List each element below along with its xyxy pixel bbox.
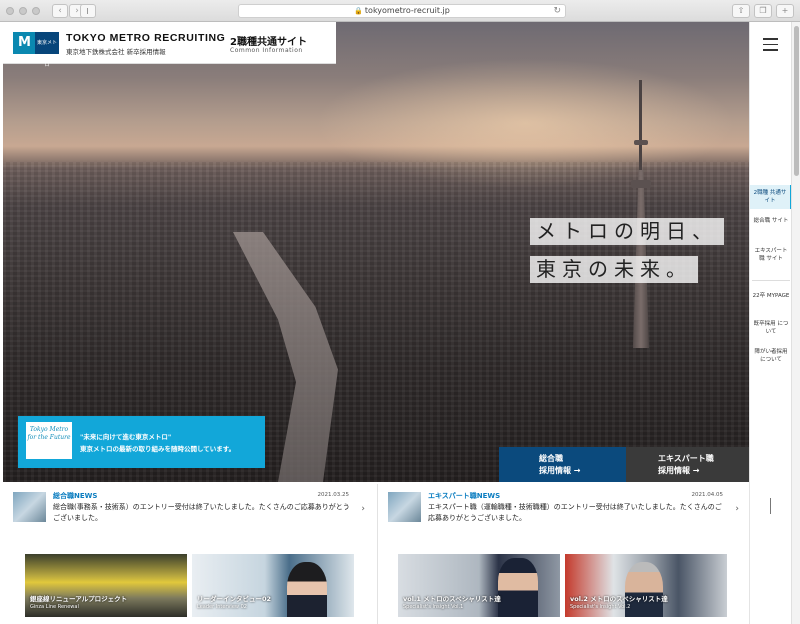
tokyo-metro-logo[interactable]: 東京メトロ	[13, 32, 59, 68]
browser-window: ‹ › 🔒tokyometro-recruit.jp ↻ ⇧ ❐ + 東京メトロ	[0, 0, 800, 624]
future-banner[interactable]: Tokyo Metro for the Future "未来に向けて進む東京メト…	[18, 416, 265, 468]
reload-icon[interactable]: ↻	[553, 5, 561, 17]
specialist-photo	[625, 562, 663, 617]
expert-news-section: エキスパート職NEWS 2021.04.05 エキスパート職（運輸職種・技術職種…	[377, 484, 749, 624]
window-controls	[6, 7, 40, 15]
expert-button-line2: 採用情報 →	[658, 466, 700, 475]
catch-line-2: 東京の未来。	[530, 256, 698, 283]
chevron-right-icon[interactable]: ›	[735, 504, 739, 514]
sogo-news-date: 2021.03.25	[317, 492, 350, 498]
sogo-news-thumbnail	[13, 492, 46, 522]
sogo-recruit-button[interactable]: 総合職 採用情報 →	[499, 447, 626, 482]
card-ginza-renewal[interactable]: 銀座線リニューアルプロジェクト Ginza Line Renewal	[25, 554, 187, 617]
close-window-button[interactable]	[6, 7, 14, 15]
catch-copy: メトロの明日、 東京の未来。	[530, 218, 724, 294]
card-subtitle: Specialist's Insight Vol.1	[403, 604, 464, 610]
metro-m-icon	[13, 32, 35, 54]
card-title: 銀座線リニューアルプロジェクト	[30, 595, 128, 603]
future-badge: Tokyo Metro for the Future	[26, 422, 72, 459]
card-title: リーダーインタビュー02	[197, 595, 272, 603]
card-subtitle: Specialist's Insight Vol.2	[570, 604, 631, 610]
browser-toolbar: ‹ › 🔒 tokyometro-recruit.jp ↻ ⇧ ❐ +	[0, 0, 800, 22]
minimize-window-button[interactable]	[19, 7, 27, 15]
card-specialist-vol2[interactable]: vol.2 メトロのスペシャリスト達 Specialist's Insight …	[565, 554, 727, 617]
expert-news-category: エキスパート職NEWS	[428, 492, 501, 500]
specialist-photo	[498, 558, 538, 617]
share-icon[interactable]: ⇧	[732, 4, 750, 18]
back-button[interactable]: ‹	[52, 4, 68, 18]
tabs-icon[interactable]: ❐	[754, 4, 772, 18]
future-banner-title: "未来に向けて進む東京メトロ"	[80, 433, 172, 441]
logo-mark-text: 東京メトロ	[35, 32, 59, 68]
sogo-news-section: 総合職NEWS 2021.03.25 総合職(事務系・技術系）のエントリー受付は…	[3, 484, 375, 624]
sidebar-toggle-icon[interactable]	[80, 4, 96, 18]
catch-line-1: メトロの明日、	[530, 218, 724, 245]
expert-news-date: 2021.04.05	[691, 492, 724, 498]
web-page: 東京メトロ TOKYO METRO RECRUITING 東京地下鉄株式会社 新…	[0, 22, 800, 624]
card-title: vol.2 メトロのスペシャリスト達	[570, 595, 668, 603]
card-subtitle: Leader Interview 02	[197, 604, 247, 610]
rail-item-mypage[interactable]: 22卒 MYPAGE	[750, 292, 792, 310]
card-title: vol.1 メトロのスペシャリスト達	[403, 595, 501, 603]
lock-icon: 🔒	[354, 7, 363, 15]
card-specialist-vol1[interactable]: vol.1 メトロのスペシャリスト達 Specialist's Insight …	[398, 554, 560, 617]
site-header-logo[interactable]: 東京メトロ TOKYO METRO RECRUITING 東京地下鉄株式会社 新…	[3, 22, 336, 68]
card-leader-interview[interactable]: リーダーインタビュー02 Leader Interview 02	[192, 554, 354, 617]
interviewee-photo	[287, 562, 327, 617]
sogo-button-line2: 採用情報 →	[539, 466, 581, 475]
sogo-button-line1: 総合職	[539, 454, 563, 463]
new-tab-icon[interactable]: +	[776, 4, 794, 18]
page-scrollbar[interactable]	[791, 22, 800, 624]
sogo-news-category: 総合職NEWS	[53, 492, 98, 500]
expert-recruit-button[interactable]: エキスパート職 採用情報 →	[626, 447, 749, 482]
rail-divider	[752, 280, 790, 281]
rail-item-expert[interactable]: エキスパート職 サイト	[750, 247, 792, 269]
future-banner-text: 東京メトロの最新の取り組みを随時公開しています。	[80, 445, 236, 453]
skytree-shape	[631, 80, 651, 348]
logo-subtitle: 東京地下鉄株式会社 新卒採用情報	[66, 48, 166, 56]
sogo-news-text[interactable]: 総合職(事務系・技術系）のエントリー受付は終了いたしました。たくさんのご応募あり…	[53, 502, 353, 524]
scrollbar-thumb[interactable]	[794, 26, 799, 176]
chevron-right-icon[interactable]: ›	[361, 504, 365, 514]
rail-item-shogai[interactable]: 障がい者採用 について	[750, 348, 792, 366]
expert-news-thumbnail	[388, 492, 421, 522]
site-name: 2職種共通サイト	[230, 37, 307, 48]
logo-title: TOKYO METRO RECRUITING	[66, 32, 226, 44]
site-subtitle: Common Information	[230, 47, 303, 54]
rail-item-sogo[interactable]: 総合職 サイト	[750, 217, 792, 239]
rail-item-common[interactable]: 2職種 共通サイト	[750, 185, 792, 209]
menu-icon[interactable]	[763, 38, 778, 51]
card-subtitle: Ginza Line Renewal	[30, 604, 79, 610]
expert-button-line1: エキスパート職	[658, 454, 714, 463]
url-text: tokyometro-recruit.jp	[364, 6, 450, 15]
browser-actions: ⇧ ❐ +	[732, 4, 794, 18]
hero-image: 東京メトロ TOKYO METRO RECRUITING 東京地下鉄株式会社 新…	[3, 22, 749, 482]
scroll-indicator	[770, 498, 771, 514]
right-rail-nav: 2職種 共通サイト 総合職 サイト エキスパート職 サイト 22卒 MYPAGE…	[749, 22, 792, 624]
rail-item-kisotsu[interactable]: 既卒採用 について	[750, 320, 792, 338]
expert-news-text[interactable]: エキスパート職（運輸職種・技術職種）のエントリー受付は終了いたしました。たくさん…	[428, 502, 728, 524]
zoom-window-button[interactable]	[32, 7, 40, 15]
address-bar[interactable]: 🔒 tokyometro-recruit.jp ↻	[238, 4, 566, 18]
